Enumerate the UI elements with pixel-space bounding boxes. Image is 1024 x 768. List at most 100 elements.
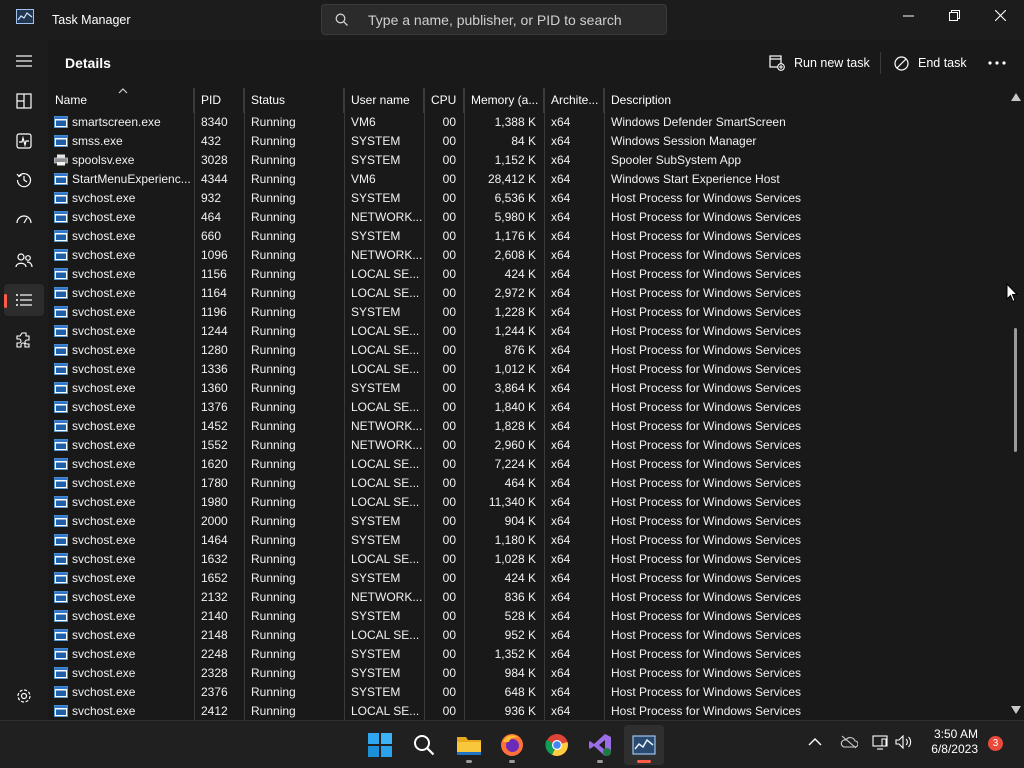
cell-memory: 952 K [504,628,536,642]
table-row[interactable]: svchost.exe 1360 Running SYSTEM 00 3,864 K x64… [48,379,1006,398]
nav-settings[interactable] [4,680,44,712]
table-row[interactable]: svchost.exe 1652 Running SYSTEM 00 424 K x64 Ho… [48,569,1006,588]
process-window-icon [54,135,68,147]
table-row[interactable]: svchost.exe 1096 Running NETWORK... 00 2,608 … [48,246,1006,265]
table-row[interactable]: svchost.exe 1196 Running SYSTEM 00 1,228 K x64… [48,303,1006,322]
search-box[interactable] [321,4,667,35]
cell-arch: x64 [551,324,571,338]
onedrive-offline-icon[interactable] [840,735,859,752]
column-divider[interactable] [244,88,245,720]
table-row[interactable]: svchost.exe 2376 Running SYSTEM 00 648 K x64 Ho… [48,683,1006,702]
cell-pid: 1652 [201,571,228,585]
cell-desc: Host Process for Windows Services [611,305,802,319]
cell-desc: Host Process for Windows Services [611,248,802,262]
column-divider[interactable] [604,88,605,720]
hamburger-icon [16,55,32,67]
table-row[interactable]: svchost.exe 2000 Running SYSTEM 00 904 K x64 Ho… [48,512,1006,531]
table-row[interactable]: spoolsv.exe 3028 Running SYSTEM 00 1,152 K x64… [48,151,1006,170]
table-row[interactable]: svchost.exe 1164 Running LOCAL SE... 00 2,972… [48,284,1006,303]
column-divider[interactable] [424,88,425,720]
column-header-arch[interactable]: Archite... [544,88,604,113]
table-row[interactable]: svchost.exe 1632 Running LOCAL SE... 00 1,028… [48,550,1006,569]
table-row[interactable]: svchost.exe 1552 Running NETWORK... 00 2,960 … [48,436,1006,455]
column-header-name[interactable]: Name [48,88,194,113]
cell-pid: 2376 [201,685,228,699]
taskbar-file-explorer[interactable] [449,725,489,765]
cell-arch: x64 [551,134,571,148]
process-window-icon [54,496,68,508]
table-row[interactable]: svchost.exe 1280 Running LOCAL SE... 00 876 K… [48,341,1006,360]
table-row[interactable]: smss.exe 432 Running SYSTEM 00 84 K x64 Windows… [48,132,1006,151]
close-button[interactable] [977,0,1023,30]
taskbar-firefox[interactable] [492,725,532,765]
network-icon[interactable] [872,735,888,753]
column-header-memory[interactable]: Memory (a... [464,88,544,113]
table-row[interactable]: svchost.exe 1980 Running LOCAL SE... 00 11,34… [48,493,1006,512]
nav-details[interactable] [4,284,44,316]
nav-app-history[interactable] [4,164,44,196]
nav-hamburger-button[interactable] [4,45,44,77]
table-row[interactable]: svchost.exe 1244 Running LOCAL SE... 00 1,244… [48,322,1006,341]
table-row[interactable]: StartMenuExperienc... 4344 Running VM6 00 28,… [48,170,1006,189]
table-row[interactable]: svchost.exe 464 Running NETWORK... 00 5,980 K… [48,208,1006,227]
table-row[interactable]: svchost.exe 1376 Running LOCAL SE... 00 1,840… [48,398,1006,417]
show-hidden-icons-chevron-up-icon[interactable] [808,735,822,749]
nav-performance[interactable] [4,125,44,157]
table-row[interactable]: svchost.exe 1780 Running LOCAL SE... 00 464 K… [48,474,1006,493]
cell-name: svchost.exe [72,400,136,414]
table-row[interactable]: svchost.exe 1336 Running LOCAL SE... 00 1,012… [48,360,1006,379]
table-row[interactable]: svchost.exe 1464 Running SYSTEM 00 1,180 K x64… [48,531,1006,550]
cell-pid: 2132 [201,590,228,604]
nav-processes[interactable] [4,85,44,117]
column-header-user[interactable]: User name [344,88,424,113]
cell-memory: 28,412 K [487,172,536,186]
more-options-button[interactable] [988,49,1015,77]
table-row[interactable]: svchost.exe 1620 Running LOCAL SE... 00 7,224… [48,455,1006,474]
taskbar-visual-studio[interactable] [580,725,620,765]
taskbar-chrome[interactable] [537,725,577,765]
running-indicator [466,760,472,763]
maximize-button[interactable] [931,0,977,30]
table-row[interactable]: svchost.exe 2140 Running SYSTEM 00 528 K x64 Ho… [48,607,1006,626]
column-header-cpu[interactable]: CPU [424,88,464,113]
column-divider[interactable] [344,88,345,720]
cell-desc: Host Process for Windows Services [611,609,802,623]
notification-badge[interactable]: 3 [988,736,1003,751]
table-row[interactable]: svchost.exe 2148 Running LOCAL SE... 00 952 K… [48,626,1006,645]
column-divider[interactable] [544,88,545,720]
nav-startup-apps[interactable] [4,204,44,236]
end-task-button[interactable]: End task [894,49,967,77]
table-row[interactable]: svchost.exe 2412 Running LOCAL SE... 00 936 K… [48,702,1006,720]
nav-users[interactable] [4,244,44,276]
column-divider[interactable] [464,88,465,720]
table-row[interactable]: svchost.exe 2132 Running NETWORK... 00 836 K x… [48,588,1006,607]
cell-cpu: 00 [442,210,456,224]
taskbar-task-manager[interactable] [624,725,664,765]
process-window-icon [54,249,68,261]
table-row[interactable]: svchost.exe 2248 Running SYSTEM 00 1,352 K x64… [48,645,1006,664]
table-row[interactable]: svchost.exe 1452 Running NETWORK... 00 1,828 … [48,417,1006,436]
end-task-icon [894,55,909,71]
taskbar-clock[interactable]: 3:50 AM 6/8/2023 [924,727,978,757]
column-header-pid[interactable]: PID [194,88,244,113]
cell-memory: 904 K [504,514,536,528]
column-header-status[interactable]: Status [244,88,344,113]
taskbar-search[interactable] [404,725,444,765]
table-row[interactable]: svchost.exe 932 Running SYSTEM 00 6,536 K x64 H… [48,189,1006,208]
minimize-button[interactable] [885,0,931,30]
vertical-scrollbar[interactable] [1008,88,1024,720]
run-new-task-button[interactable]: Run new task [769,49,870,77]
column-divider[interactable] [194,88,195,720]
table-row[interactable]: svchost.exe 660 Running SYSTEM 00 1,176 K x64 H… [48,227,1006,246]
scrollbar-thumb[interactable] [1014,328,1017,452]
nav-services[interactable] [4,324,44,356]
cell-user: LOCAL SE... [351,343,420,357]
table-row[interactable]: smartscreen.exe 8340 Running VM6 00 1,388 K x6… [48,113,1006,132]
cell-arch: x64 [551,609,571,623]
table-row[interactable]: svchost.exe 2328 Running SYSTEM 00 984 K x64 Ho… [48,664,1006,683]
search-input[interactable] [368,10,658,30]
table-row[interactable]: svchost.exe 1156 Running LOCAL SE... 00 424 K… [48,265,1006,284]
column-header-desc[interactable]: Description [604,88,1006,113]
taskbar-start[interactable] [360,725,400,765]
volume-icon[interactable] [895,734,913,752]
